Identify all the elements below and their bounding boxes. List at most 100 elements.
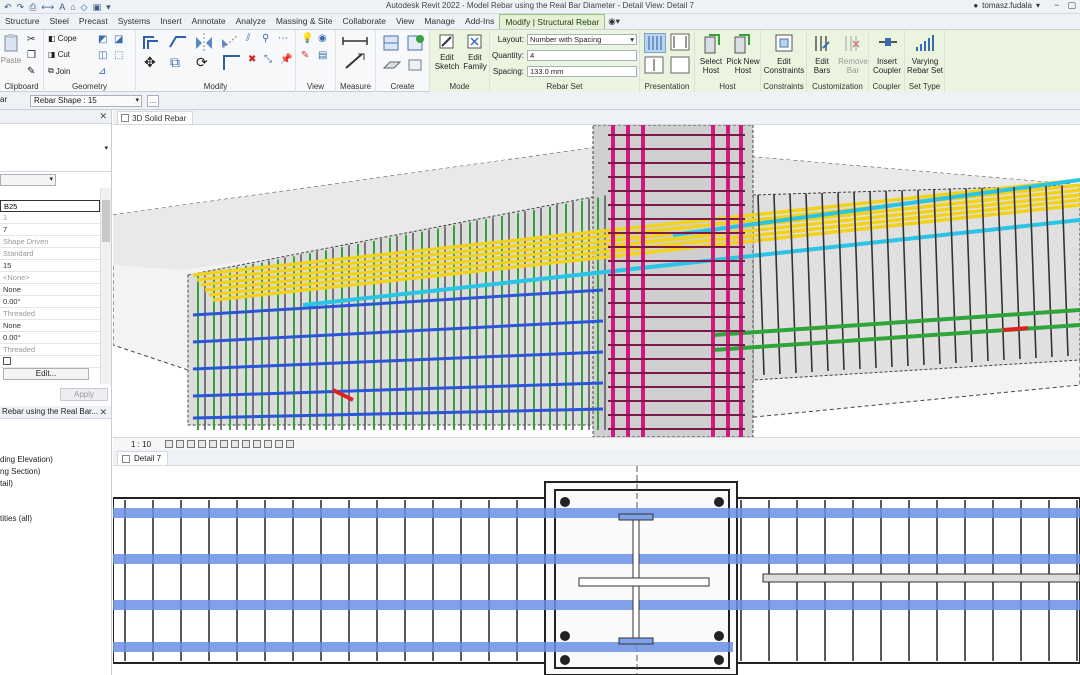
rebar-detail-section[interactable] [113,466,1080,675]
create-similar-icon[interactable] [406,56,426,74]
tab-systems[interactable]: Systems [113,14,156,29]
checkbox[interactable] [3,357,11,365]
property-row[interactable]: 7 [0,224,100,236]
property-row[interactable] [0,356,100,368]
view-tab-3d[interactable]: 3D Solid Rebar [117,111,194,124]
property-row[interactable]: 0.00° [0,332,100,344]
copy-element-icon[interactable]: ⧉ [170,54,184,70]
split-face-icon[interactable]: ◪ [114,34,128,48]
edit-bars-icon[interactable] [813,33,831,53]
show-first-last-icon[interactable] [670,33,690,51]
view-tab-detail[interactable]: Detail 7 [117,451,169,465]
tab-view[interactable]: View [391,14,419,29]
create-parts-icon[interactable] [382,34,402,52]
dimension-icon[interactable] [344,52,366,70]
property-row[interactable]: Threaded [0,344,100,356]
wall-joins-icon[interactable]: ◩ [98,34,112,48]
edit-constraints-icon[interactable] [774,33,794,53]
edit-family-icon[interactable] [466,33,484,51]
tab-insert[interactable]: Insert [155,14,186,29]
cope-button[interactable]: ◧ Cope [48,34,77,43]
unpin-icon[interactable]: ⚲ [262,33,276,47]
analytical-model-icon[interactable] [275,440,283,448]
edit-button[interactable]: Edit... [3,368,89,380]
tab-manage[interactable]: Manage [419,14,460,29]
quantity-input[interactable]: 4 [527,50,637,61]
join-button[interactable]: ⧉ Join [48,66,70,76]
linework-view-icon[interactable]: ▤ [318,50,332,64]
select-host-icon[interactable] [703,33,721,55]
maximize-icon[interactable]: ▢ [1067,0,1076,11]
paste-icon[interactable] [3,34,19,52]
browser-item[interactable]: tities (all) [0,514,32,523]
property-row[interactable]: <None> [0,272,100,284]
show-middle-icon[interactable] [644,56,664,74]
create-assembly-icon[interactable] [382,56,402,74]
reveal-hidden-icon[interactable] [264,440,272,448]
close-icon[interactable]: ✕ [99,406,107,418]
browser-item[interactable]: ng Section) [0,467,40,476]
property-row[interactable]: None [0,320,100,332]
rebar-3d-model[interactable] [113,125,1080,437]
temporary-hide-icon[interactable] [253,440,261,448]
tab-add-ins[interactable]: Add-Ins [460,14,499,29]
cut-icon[interactable]: ✂ [27,34,41,48]
highlight-displacement-icon[interactable] [286,440,294,448]
override-graphics-icon[interactable]: ✎ [301,50,315,64]
insert-coupler-icon[interactable] [878,34,898,50]
paint-icon[interactable]: ◫ [98,50,112,64]
show-all-icon[interactable] [644,33,666,53]
pick-new-host-icon[interactable] [733,33,751,55]
property-row[interactable]: 1 [0,212,100,224]
browser-item[interactable]: ding Elevation) [0,455,53,464]
ribbon-options-icon[interactable]: ◉▾ [605,14,623,29]
lock-view-icon[interactable] [242,440,250,448]
mirror-draw-icon[interactable] [220,33,240,51]
edit-sketch-icon[interactable] [438,33,456,51]
tab-massing-site[interactable]: Massing & Site [271,14,338,29]
detail-level-icon[interactable] [165,440,173,448]
hide-element-icon[interactable]: ◉ [318,33,332,47]
split-icon[interactable]: ⫽ [246,33,260,47]
mirror-axis-icon[interactable] [194,33,214,51]
tab-modify-structural-rebar[interactable]: Modify | Structural Rebar [499,14,606,29]
browser-item[interactable]: tail) [0,479,13,488]
property-row[interactable]: Shape Driven [0,236,100,248]
match-properties-icon[interactable]: ✎ [27,66,41,80]
tab-precast[interactable]: Precast [74,14,113,29]
tab-collaborate[interactable]: Collaborate [338,14,391,29]
demolish-icon[interactable]: ⬚ [114,50,128,64]
scale-icon[interactable]: ⤡ [264,54,278,68]
align-icon[interactable] [142,33,162,51]
render-icon[interactable] [209,440,217,448]
sun-path-icon[interactable] [187,440,195,448]
property-row[interactable]: 15 [0,260,100,272]
linework-icon[interactable]: ⊿ [98,66,112,80]
select-presentation-icon[interactable] [670,56,690,74]
trim-icon[interactable] [222,54,242,72]
tab-analyze[interactable]: Analyze [231,14,271,29]
close-icon[interactable]: ✕ [99,111,107,122]
measure-distance-icon[interactable] [342,34,368,48]
array-icon[interactable]: ⋯ [278,33,292,47]
visual-style-icon[interactable] [176,440,184,448]
tab-structure[interactable]: Structure [0,14,45,29]
property-row[interactable]: Threaded [0,308,100,320]
property-row[interactable]: None [0,284,100,296]
property-row[interactable]: 0.00° [0,296,100,308]
view-3d-solid-rebar[interactable]: 3D Solid Rebar 1 : 10 [113,110,1080,450]
cut-geometry-button[interactable]: ◨ Cut [48,50,70,59]
apply-button[interactable]: Apply [60,388,108,401]
crop-view-icon[interactable] [220,440,228,448]
user-menu[interactable]: ● tomasz.fudala ▾ [973,1,1040,10]
varying-rebar-set-icon[interactable] [914,33,936,53]
scrollbar-thumb[interactable] [102,200,110,242]
rebar-shape-select[interactable]: Rebar Shape : 15 ▾ [30,95,142,107]
tab-annotate[interactable]: Annotate [187,14,231,29]
rotate-icon[interactable]: ⟳ [196,54,210,70]
light-bulb-icon[interactable]: 💡 [301,33,315,47]
spacing-input[interactable]: 133.0 mm [527,66,637,77]
instance-filter-select[interactable]: ▾ [0,174,56,186]
shadows-icon[interactable] [198,440,206,448]
property-row[interactable]: Standard [0,248,100,260]
